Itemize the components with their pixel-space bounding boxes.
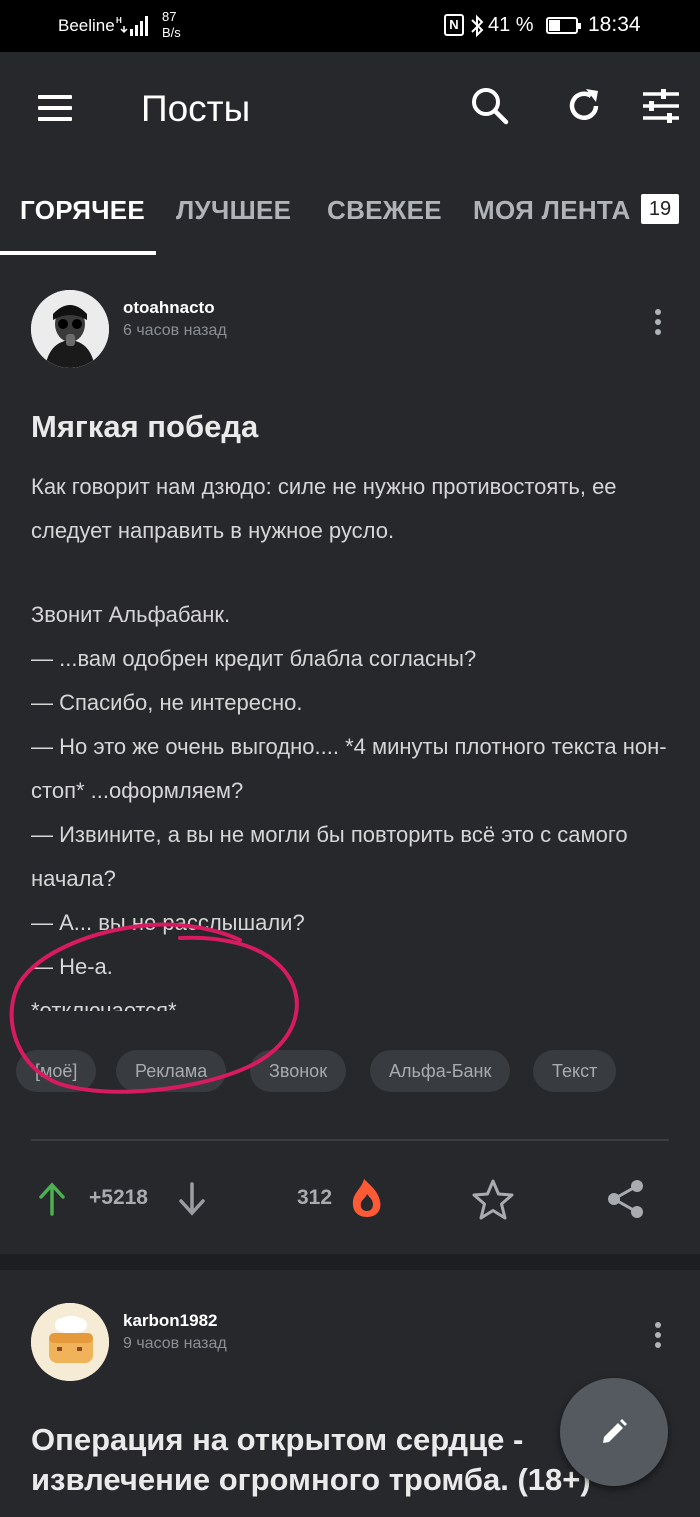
post-paragraph: — Извините, а вы не могли бы повторить в… [31, 822, 628, 891]
battery-icon [546, 17, 581, 34]
app-bar: Посты [0, 52, 700, 164]
battery-level [549, 20, 561, 31]
battery-percentage: 41 % [488, 14, 534, 36]
signal-icon: H [116, 16, 148, 36]
tab-fresh[interactable]: СВЕЖЕЕ [327, 195, 442, 226]
tab-hot[interactable]: ГОРЯЧЕЕ [20, 195, 145, 226]
clock: 18:34 [588, 13, 641, 36]
post-title[interactable]: Мягкая победа [31, 407, 258, 447]
refresh-icon[interactable] [564, 86, 604, 126]
feed-count-badge: 19 [641, 194, 679, 224]
post-paragraph: — Спасибо, не интересно. [31, 690, 303, 715]
post-menu-icon[interactable] [651, 309, 665, 339]
post-rating: +5218 [89, 1186, 148, 1209]
post-paragraph [31, 553, 681, 593]
svg-text:H: H [116, 16, 122, 25]
post-actions: +5218 312 [0, 1174, 700, 1224]
filter-icon[interactable] [641, 86, 681, 126]
carrier-name: Beeline [58, 16, 115, 35]
menu-icon[interactable] [38, 95, 72, 121]
search-icon[interactable] [470, 86, 510, 126]
hot-icon[interactable] [350, 1177, 384, 1219]
feed-tabs: ГОРЯЧЕЕ ЛУЧШЕЕ СВЕЖЕЕ МОЯ ЛЕНТА 19 [0, 164, 700, 256]
post-paragraph: — ...вам одобрен кредит блабла согласны? [31, 646, 477, 671]
avatar[interactable] [31, 1303, 109, 1381]
downvote-icon[interactable] [178, 1182, 206, 1216]
post-paragraph: Как говорит нам дзюдо: силе не нужно про… [31, 474, 617, 543]
create-post-button[interactable] [560, 1378, 668, 1486]
post-author[interactable]: otoahnacto [123, 298, 215, 318]
tag[interactable]: Текст [533, 1050, 617, 1092]
comments-count[interactable]: 312 [297, 1186, 332, 1210]
avatar[interactable] [31, 290, 109, 368]
share-icon[interactable] [606, 1178, 646, 1220]
annotation-circle [9, 922, 299, 1094]
tab-my-feed[interactable]: МОЯ ЛЕНТА [473, 195, 631, 226]
tab-best[interactable]: ЛУЧШЕЕ [176, 195, 291, 226]
upvote-icon[interactable] [38, 1182, 66, 1216]
status-bar: Beeline H 87 B/s N 41 % 18:34 [0, 0, 700, 52]
post-card: otoahnacto 6 часов назад Мягкая победа К… [0, 256, 700, 1254]
avatar-image [31, 290, 109, 368]
post-title[interactable]: Операция на открытом сердце - извлечение… [31, 1420, 591, 1500]
bluetooth-icon [471, 14, 484, 38]
post-paragraph: — Но это же очень выгодно.... *4 минуты … [31, 734, 667, 803]
post-time: 6 часов назад [123, 322, 227, 339]
nfc-icon: N [444, 14, 464, 36]
post-author[interactable]: karbon1982 [123, 1311, 218, 1331]
post-time: 9 часов назад [123, 1335, 227, 1352]
post-menu-icon[interactable] [651, 1322, 665, 1352]
pencil-icon [603, 1419, 627, 1443]
post-paragraph: Звонит Альфабанк. [31, 602, 231, 627]
post-divider [31, 1139, 669, 1141]
page-title: Посты [141, 88, 251, 129]
star-icon[interactable] [471, 1178, 515, 1220]
tag[interactable]: Альфа-Банк [370, 1050, 511, 1092]
network-speed: 87 B/s [162, 9, 181, 40]
active-tab-indicator [0, 251, 156, 255]
avatar-image [31, 1303, 109, 1381]
